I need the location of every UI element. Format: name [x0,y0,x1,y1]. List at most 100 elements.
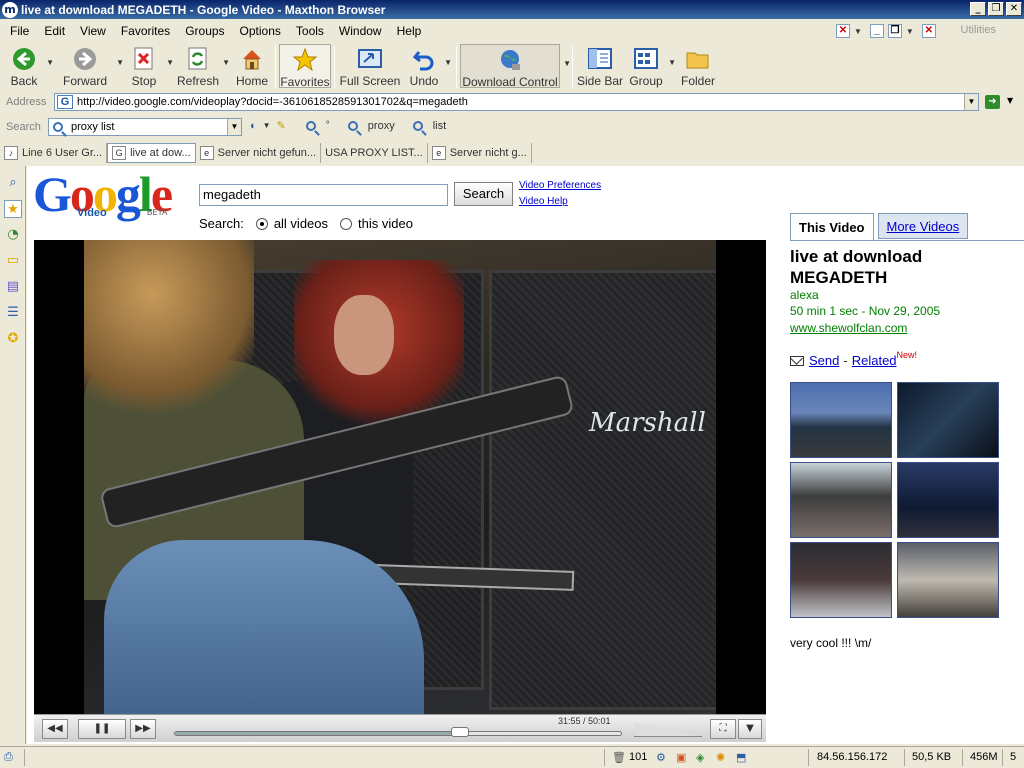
seek-bar[interactable] [174,727,622,737]
minimize-tab-icon[interactable]: _ [869,24,884,38]
menu-help[interactable]: Help [397,24,422,38]
video-search-input[interactable]: megadeth [199,184,448,206]
video-frame[interactable]: Marshall Marshall [84,240,716,714]
chevron-down-icon[interactable]: ▼ [1007,96,1013,105]
chevron-down-icon[interactable]: ▼ [263,121,271,130]
list-icon[interactable]: ☰ [4,304,22,322]
close-tab-icon[interactable]: ✕ [836,24,850,38]
menu-favorites[interactable]: Favorites [121,24,170,38]
search-icon[interactable]: ⌕ [4,174,22,192]
search-icon[interactable] [305,120,316,131]
volume-slider[interactable] [634,723,702,737]
forward-button[interactable]: Forward ▼ [56,44,124,88]
chevron-down-icon[interactable]: ▼ [222,58,230,67]
restore-button[interactable]: ❐ [988,2,1004,16]
search-term-list[interactable]: list [433,120,446,132]
download-icon[interactable]: ⬒ [736,751,746,764]
pause-button[interactable]: ❚❚ [78,719,126,739]
restore-tab-icon[interactable]: ❐ [887,24,902,38]
scope-all-label[interactable]: all videos [274,216,328,231]
home-button[interactable]: Home [232,44,272,88]
fast-forward-button[interactable]: ▶▶ [130,719,156,739]
undo-button[interactable]: Undo ▼ [406,44,452,88]
tab-google-video[interactable]: Glive at dow... [107,142,196,163]
scope-this-label[interactable]: this video [358,216,413,231]
group-button[interactable]: Group ▼ [626,44,676,88]
video-thumbnail[interactable] [897,542,999,618]
full-screen-button[interactable]: Full Screen [340,44,400,88]
rewind-button[interactable]: ◀◀ [42,719,68,739]
video-thumbnail[interactable] [790,462,892,538]
video-thumbnail[interactable] [897,462,999,538]
folder-icon[interactable]: ▭ [4,252,22,270]
radio-all-videos[interactable] [255,217,268,230]
chevron-down-icon[interactable]: ▼ [444,58,452,67]
stop-icon [131,47,157,71]
search-term-icon[interactable] [412,120,423,131]
minimize-button[interactable]: _ [970,2,986,16]
chevron-down-icon[interactable]: ▼ [166,58,174,67]
search-input[interactable]: proxy list ▼ [48,118,242,136]
go-arrow-icon[interactable]: ➜ [985,95,1000,109]
video-help-link[interactable]: Video Help [519,196,568,207]
chevron-down-icon[interactable]: ▼ [116,58,124,67]
video-thumbnail[interactable] [897,382,999,458]
menu-options[interactable]: Options [240,24,281,38]
chevron-down-icon[interactable]: ▼ [668,58,676,67]
video-player[interactable]: Marshall Marshall [34,240,766,714]
menu-window[interactable]: Window [339,24,382,38]
tab-more-videos[interactable]: More Videos [877,213,969,239]
popup-blocker-icon[interactable]: 🗑 [612,751,626,764]
chevron-down-icon[interactable]: ▼ [964,94,978,110]
menu-view[interactable]: View [80,24,106,38]
menu-file[interactable]: File [10,24,29,38]
tab-this-video[interactable]: This Video [790,213,874,240]
tab-usa-proxy[interactable]: USA PROXY LIST... [321,142,428,163]
radio-this-video[interactable] [340,217,353,230]
download-control-button[interactable]: Download Control ▼ [460,44,571,89]
refresh-button[interactable]: Refresh ▼ [176,44,230,88]
back-button[interactable]: Back ▼ [4,44,54,88]
highlight-icon[interactable]: ✎ [277,119,286,132]
side-bar-button[interactable]: Side Bar [576,44,624,88]
chevron-down-icon[interactable]: ▼ [46,58,54,67]
search-term-icon[interactable] [347,120,358,131]
address-input[interactable]: G http://video.google.com/videoplay?doci… [54,93,979,111]
network-icon[interactable]: ⚙ [656,751,666,764]
video-source-link[interactable]: www.shewolfclan.com [790,321,907,335]
video-preferences-link[interactable]: Video Preferences [519,180,601,191]
close-all-icon[interactable]: ✕ [921,24,936,38]
stop-button[interactable]: Stop ▼ [124,44,174,88]
utilities-menu[interactable]: Utilities [961,24,996,36]
send-link[interactable]: Send [809,353,839,368]
flash-filter-icon[interactable]: ✺ [716,751,725,764]
notes-icon[interactable]: ▤ [4,278,22,296]
menu-tools[interactable]: Tools [296,24,324,38]
fullscreen-icon[interactable]: ⛶ [710,719,736,739]
video-thumbnail[interactable] [790,382,892,458]
favorite-add-icon[interactable]: ✪ [4,330,22,348]
history-icon[interactable]: ◔ [4,226,22,244]
related-link[interactable]: Related [852,353,897,368]
seek-thumb[interactable] [450,727,469,737]
favorites-button[interactable]: Favorites [279,44,331,89]
search-button[interactable]: Search [454,182,513,206]
chevron-down-icon[interactable]: ▼ [227,119,241,135]
menu-edit[interactable]: Edit [44,24,65,38]
video-thumbnail[interactable] [790,542,892,618]
tab-line6[interactable]: ♪ Line 6 User Gr... [0,142,108,163]
chevron-down-icon[interactable]: ▼ [854,27,862,36]
menu-groups[interactable]: Groups [185,24,224,38]
ad-hunter-icon[interactable]: ▣ [676,751,686,764]
tab-server-error-1[interactable]: e Server nicht gefun... [196,142,322,163]
proxy-icon[interactable]: ◈ [696,751,704,764]
chevron-down-icon[interactable]: ▼ [906,27,914,36]
search-term-proxy[interactable]: proxy [368,120,395,132]
close-button[interactable]: ✕ [1006,2,1022,16]
chevron-down-icon[interactable]: ▼ [738,719,762,739]
chevron-down-icon[interactable]: ▼ [563,59,571,68]
star-icon[interactable]: ★ [4,200,22,218]
tab-server-error-2[interactable]: e Server nicht g... [428,142,532,163]
folder-button[interactable]: Folder [678,44,718,88]
search-engine-icon[interactable]: ◐ [250,120,257,132]
